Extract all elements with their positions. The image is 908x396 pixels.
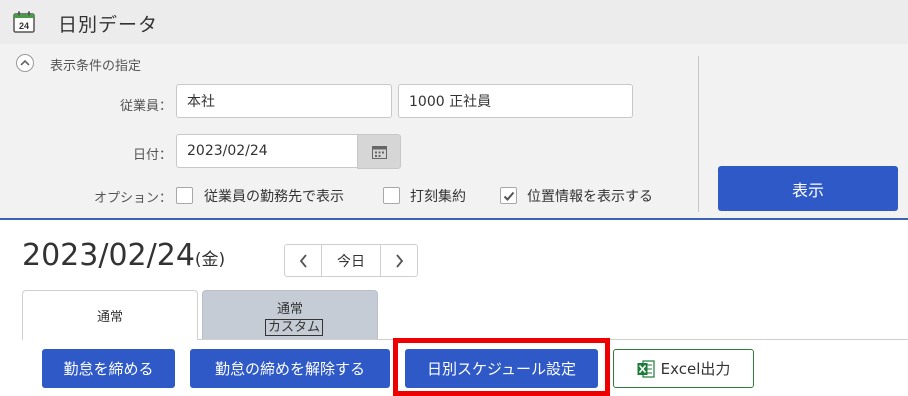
current-date-value: 2023/02/24	[22, 238, 195, 273]
day-of-week: (金)	[194, 250, 226, 270]
excel-export-button[interactable]: Excel出力	[613, 349, 754, 388]
employee-org-field[interactable]: 本社	[176, 84, 392, 118]
excel-export-label: Excel出力	[660, 360, 731, 378]
collapse-toggle-icon[interactable]	[16, 54, 34, 72]
prev-day-button[interactable]	[285, 245, 321, 276]
svg-text:24: 24	[19, 21, 29, 31]
option-label-aggregate: 打刻集約	[410, 189, 466, 205]
vertical-divider	[698, 56, 699, 212]
employee-name-field[interactable]: 1000 正社員	[398, 84, 633, 118]
calendar-small-icon	[372, 146, 387, 159]
close-attendance-button[interactable]: 勤怠を締める	[42, 349, 175, 388]
tab-custom-line2: カスタム	[265, 319, 324, 336]
unclose-attendance-button[interactable]: 勤怠の締めを解除する	[190, 349, 390, 388]
daily-schedule-button[interactable]: 日別スケジュール設定	[405, 349, 598, 388]
show-button[interactable]: 表示	[718, 166, 898, 211]
tab-normal-label: 通常	[96, 310, 123, 325]
tab-custom-line1: 通常	[276, 302, 303, 317]
page-title: 日別データ	[58, 14, 159, 36]
today-button[interactable]: 今日	[321, 245, 381, 276]
tab-normal[interactable]: 通常	[22, 290, 198, 340]
conditions-title: 表示条件の指定	[50, 59, 142, 74]
option-checkbox-location[interactable]	[500, 187, 517, 204]
option-label: オプション：	[93, 191, 172, 206]
employee-label: 従業員：	[119, 99, 172, 114]
excel-icon	[637, 359, 655, 378]
tab-normal-custom[interactable]: 通常 カスタム	[202, 290, 378, 339]
chevron-right-icon	[395, 253, 403, 268]
next-day-button[interactable]	[381, 245, 417, 276]
calendar-icon: 24	[13, 11, 35, 33]
date-label: 日付：	[132, 148, 172, 163]
date-navigation: 今日	[284, 244, 418, 277]
option-checkbox-aggregate[interactable]	[383, 187, 400, 204]
current-date: 2023/02/24(金)	[22, 238, 225, 273]
option-label-location: 位置情報を表示する	[527, 189, 653, 205]
date-picker-button[interactable]	[357, 134, 401, 169]
title-bar: 24 日別データ	[0, 0, 908, 44]
date-input[interactable]: 2023/02/24	[176, 134, 360, 168]
chevron-left-icon	[299, 253, 307, 268]
check-icon	[503, 191, 515, 201]
option-label-workplace: 従業員の勤務先で表示	[204, 189, 344, 205]
option-checkbox-workplace[interactable]	[176, 187, 193, 204]
conditions-panel: 表示条件の指定 従業員： 本社 1000 正社員 日付： 2023/02/24 …	[0, 44, 908, 220]
